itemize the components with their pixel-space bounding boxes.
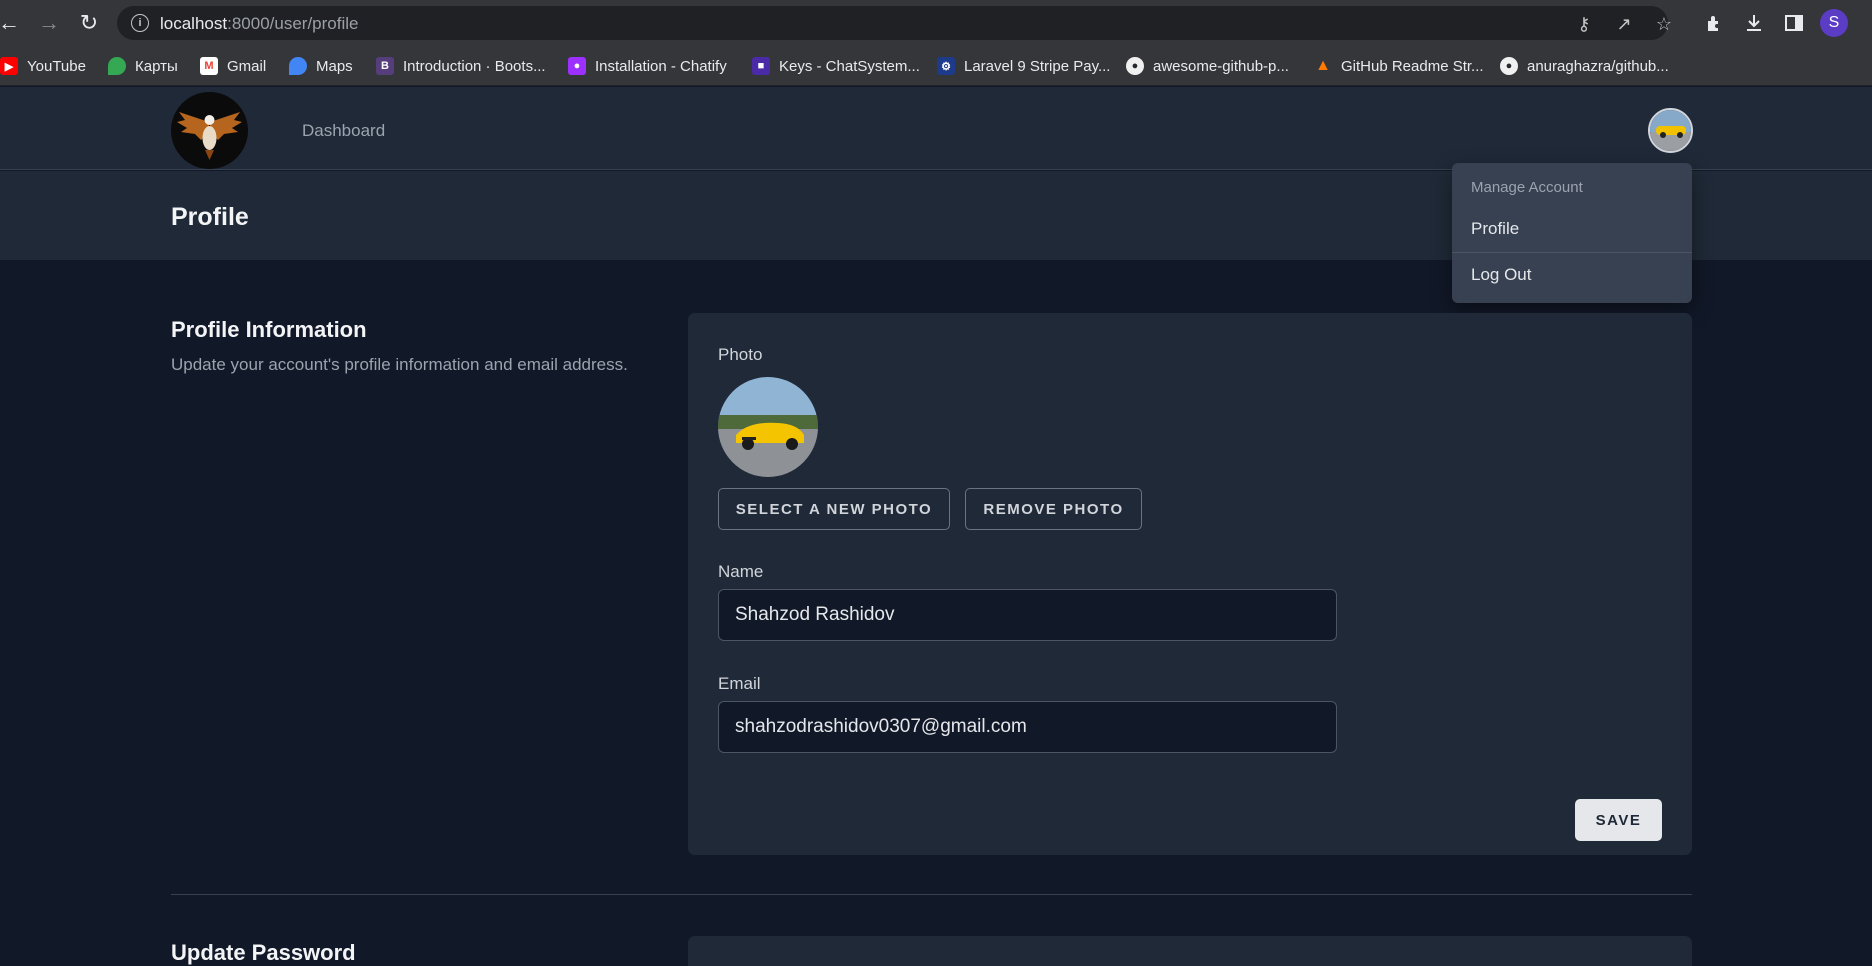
address-bar[interactable]: i localhost:8000/user/profile ⚷ ↗ ☆ xyxy=(117,6,1672,40)
url-host: localhost xyxy=(160,14,228,33)
bookmark-label: Карты xyxy=(135,57,178,75)
app-navbar: Dashboard xyxy=(0,87,1872,170)
bookmark-label: Maps xyxy=(316,57,353,75)
bookmark-label: YouTube xyxy=(27,57,86,75)
dropdown-heading: Manage Account xyxy=(1471,179,1583,196)
page-title: Profile xyxy=(171,203,249,231)
bookmark-item[interactable]: ▶ YouTube xyxy=(0,54,86,78)
keys-icon: ■ xyxy=(752,57,770,75)
bookmark-item[interactable]: Карты xyxy=(108,54,178,78)
chatify-icon: ● xyxy=(568,57,586,75)
profile-info-title: Profile Information xyxy=(171,317,367,342)
update-password-card xyxy=(688,936,1692,966)
bookmark-label: Installation - Chatify xyxy=(595,57,727,75)
github-icon: ● xyxy=(1126,57,1144,75)
save-button[interactable]: SAVE xyxy=(1575,799,1662,841)
update-password-title: Update Password xyxy=(171,940,356,965)
bookmark-label: anuraghazra/github... xyxy=(1527,57,1669,75)
fire-icon: ▲ xyxy=(1315,57,1331,74)
account-dropdown: Manage Account Profile Log Out xyxy=(1452,163,1692,303)
browser-profile-avatar[interactable]: S xyxy=(1820,9,1848,37)
remove-photo-button[interactable]: REMOVE PHOTO xyxy=(965,488,1142,530)
select-new-photo-button[interactable]: SELECT A NEW PHOTO xyxy=(718,488,950,530)
bookmark-item[interactable]: ● awesome-github-p... xyxy=(1126,54,1289,78)
dropdown-logout-link[interactable]: Log Out xyxy=(1452,255,1692,295)
download-icon[interactable] xyxy=(1740,9,1768,37)
bookmark-label: Introduction · Boots... xyxy=(403,57,546,75)
nav-dashboard-link[interactable]: Dashboard xyxy=(302,121,385,141)
name-input[interactable] xyxy=(718,589,1337,641)
bootstrap-icon: B xyxy=(376,57,394,75)
bookmark-item[interactable]: ▲ GitHub Readme Str... xyxy=(1314,54,1484,78)
github-icon: ● xyxy=(1500,57,1518,75)
bookmark-label: Gmail xyxy=(227,57,267,75)
star-icon[interactable]: ☆ xyxy=(1652,12,1676,36)
share-icon[interactable]: ↗ xyxy=(1612,12,1636,36)
gmail-icon: M xyxy=(200,57,218,75)
profile-photo xyxy=(718,377,818,477)
eagle-logo[interactable] xyxy=(171,92,248,169)
back-arrow-icon[interactable]: ← xyxy=(0,8,24,38)
bookmark-item[interactable]: ● anuraghazra/github... xyxy=(1500,54,1669,78)
youtube-icon: ▶ xyxy=(0,57,18,75)
maps-pin-icon xyxy=(108,57,126,75)
bookmark-item[interactable]: ● Installation - Chatify xyxy=(568,54,727,78)
bookmark-item[interactable]: B Introduction · Boots... xyxy=(376,54,546,78)
bookmarks-bar: ▶ YouTube Карты M Gmail Maps B Introduction… xyxy=(0,46,1872,86)
url-path: :8000/user/profile xyxy=(227,14,359,33)
profile-info-description: Update your account's profile informatio… xyxy=(171,355,628,374)
bookmark-item[interactable]: ■ Keys - ChatSystem... xyxy=(752,54,920,78)
reload-icon[interactable]: ↻ xyxy=(74,8,104,38)
bookmark-label: Laravel 9 Stripe Pay... xyxy=(964,57,1111,75)
bookmark-item[interactable]: ⚙ Laravel 9 Stripe Pay... xyxy=(937,54,1110,78)
email-input[interactable] xyxy=(718,701,1337,753)
dropdown-profile-link[interactable]: Profile xyxy=(1452,209,1692,249)
bookmark-label: awesome-github-p... xyxy=(1153,57,1289,75)
key-icon[interactable]: ⚷ xyxy=(1572,12,1596,36)
section-divider xyxy=(171,894,1692,895)
name-label: Name xyxy=(718,562,764,581)
bookmark-label: GitHub Readme Str... xyxy=(1341,57,1484,75)
laravel-icon: ⚙ xyxy=(937,57,955,75)
browser-toolbar: ← → ↻ i localhost:8000/user/profile ⚷ ↗ … xyxy=(0,0,1872,46)
profile-info-card: Photo SELECT A NEW PHOTO REMOVE PHOTO Na… xyxy=(688,313,1692,855)
bookmark-label: Keys - ChatSystem... xyxy=(779,57,920,75)
forward-arrow-icon[interactable]: → xyxy=(34,8,64,38)
extensions-icon[interactable] xyxy=(1700,9,1728,37)
site-info-icon[interactable]: i xyxy=(131,14,149,32)
url-text[interactable]: localhost:8000/user/profile xyxy=(160,14,358,34)
email-label: Email xyxy=(718,674,761,693)
user-avatar-button[interactable] xyxy=(1648,108,1693,153)
maps-pin-icon xyxy=(289,57,307,75)
dropdown-divider xyxy=(1452,252,1692,253)
bookmark-item[interactable]: Maps xyxy=(289,54,353,78)
side-panel-icon[interactable] xyxy=(1780,9,1808,37)
bookmark-item[interactable]: M Gmail xyxy=(200,54,266,78)
photo-label: Photo xyxy=(718,345,763,364)
